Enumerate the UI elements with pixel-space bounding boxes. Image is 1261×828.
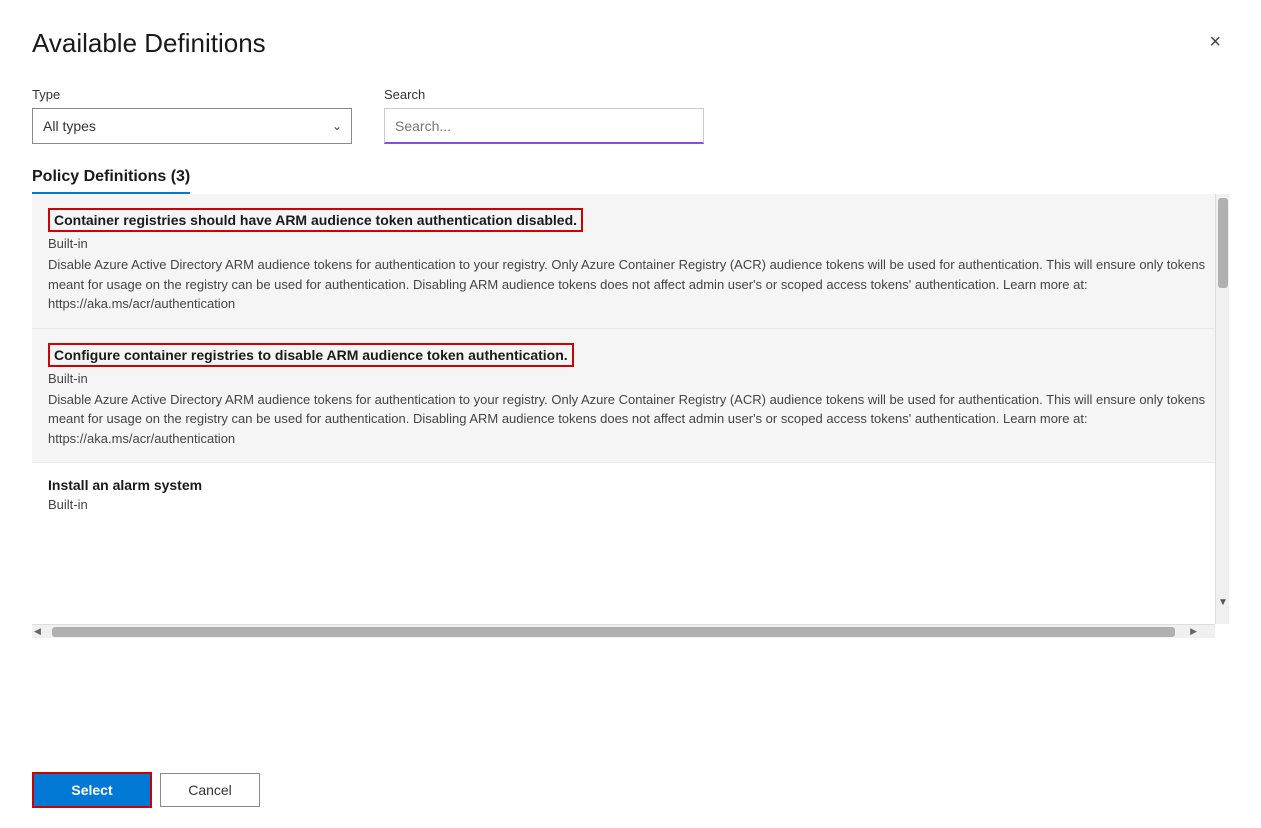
search-label: Search (384, 87, 704, 102)
cancel-button[interactable]: Cancel (160, 773, 260, 807)
policy-list[interactable]: Container registries should have ARM aud… (32, 194, 1229, 624)
section-header: Policy Definitions (3) (32, 168, 190, 194)
type-label: Type (32, 87, 352, 102)
close-button[interactable]: × (1201, 28, 1229, 56)
horizontal-scrollbar[interactable]: ◀ ▶ (32, 624, 1215, 638)
policy-type-1: Built-in (48, 236, 1213, 251)
policy-desc-1: Disable Azure Active Directory ARM audie… (48, 255, 1213, 314)
h-scroll-right-arrow[interactable]: ▶ (1190, 626, 1197, 637)
available-definitions-dialog: Available Definitions × Type All types B… (0, 0, 1261, 828)
scroll-down-arrow[interactable]: ▼ (1217, 596, 1229, 608)
policy-type-3: Built-in (48, 497, 1213, 512)
list-wrapper: Container registries should have ARM aud… (32, 194, 1229, 756)
section-header-wrapper: Policy Definitions (3) (32, 168, 1229, 194)
type-select[interactable]: All types Built-in Custom Static (32, 108, 352, 144)
search-input[interactable] (384, 108, 704, 144)
type-filter-group: Type All types Built-in Custom Static ⌄ (32, 87, 352, 144)
vertical-scrollbar[interactable]: ▼ (1215, 194, 1229, 624)
policy-item-2[interactable]: Configure container registries to disabl… (32, 329, 1229, 464)
policy-desc-2: Disable Azure Active Directory ARM audie… (48, 390, 1213, 449)
policy-type-2: Built-in (48, 371, 1213, 386)
dialog-header: Available Definitions × (32, 28, 1229, 59)
policy-title-3: Install an alarm system (48, 477, 1213, 493)
h-scrollbar-thumb (52, 627, 1175, 637)
scrollbar-thumb (1218, 198, 1228, 288)
dialog-footer: Select Cancel (32, 756, 1229, 828)
policy-title-1: Container registries should have ARM aud… (48, 208, 583, 232)
dialog-title: Available Definitions (32, 28, 266, 59)
select-button[interactable]: Select (32, 772, 152, 808)
policy-item-1[interactable]: Container registries should have ARM aud… (32, 194, 1229, 329)
policy-title-2: Configure container registries to disabl… (48, 343, 574, 367)
filters-row: Type All types Built-in Custom Static ⌄ … (32, 87, 1229, 144)
policy-item-3[interactable]: Install an alarm system Built-in (32, 463, 1229, 530)
type-select-wrapper: All types Built-in Custom Static ⌄ (32, 108, 352, 144)
section-title: Policy Definitions (3) (32, 168, 190, 185)
h-scroll-left-arrow[interactable]: ◀ (34, 626, 41, 637)
search-filter-group: Search (384, 87, 704, 144)
